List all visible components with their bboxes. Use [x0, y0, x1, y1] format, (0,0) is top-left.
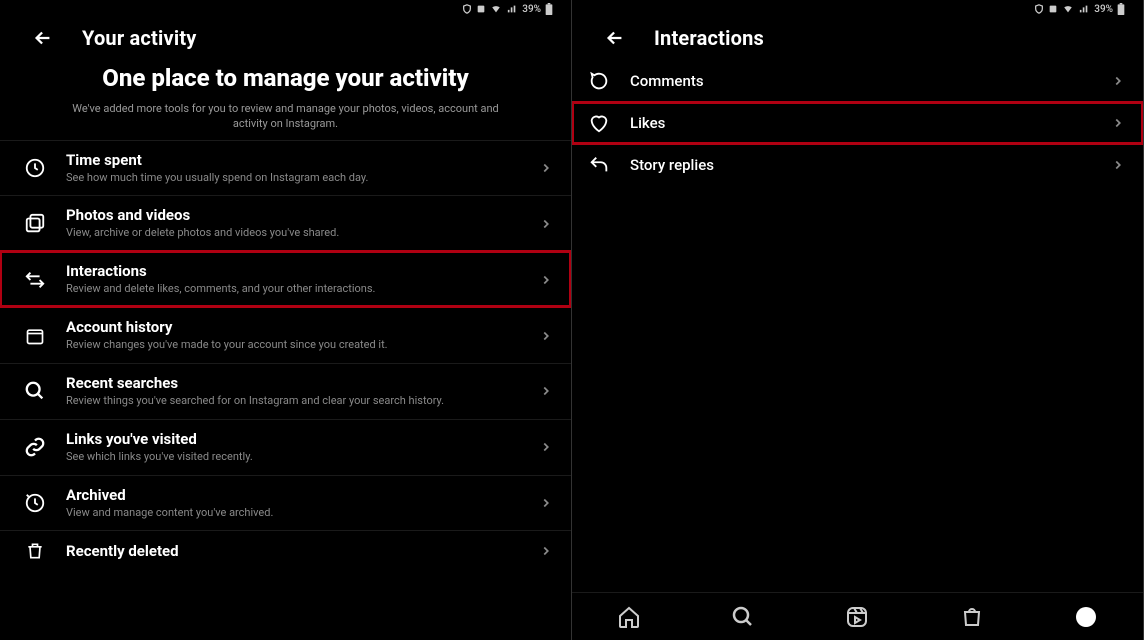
- bottom-nav: [572, 592, 1143, 640]
- status-bar: 39%: [572, 0, 1143, 18]
- battery-percent: 39%: [522, 4, 541, 15]
- clock-icon: [22, 157, 48, 179]
- app-bar: Your activity: [0, 18, 571, 60]
- hero-title: One place to manage your activity: [28, 64, 543, 93]
- chevron-right-icon: [539, 440, 553, 454]
- row-title: Time spent: [66, 151, 521, 169]
- chevron-right-icon: [539, 384, 553, 398]
- chevron-right-icon: [539, 217, 553, 231]
- row-story-replies[interactable]: Story replies: [572, 144, 1143, 186]
- row-title: Likes: [630, 114, 1093, 132]
- wifi-icon: [490, 4, 502, 14]
- search-icon: [22, 380, 48, 402]
- row-subtitle: Review changes you've made to your accou…: [66, 338, 521, 353]
- page-title: Your activity: [82, 26, 197, 50]
- row-subtitle: Review and delete likes, comments, and y…: [66, 282, 521, 297]
- row-subtitle: Review things you've searched for on Ins…: [66, 394, 521, 409]
- trash-icon: [22, 541, 48, 561]
- nfc-icon: [476, 4, 486, 14]
- nav-reels[interactable]: [845, 605, 869, 629]
- hero-subtitle: We've added more tools for you to review…: [28, 101, 543, 132]
- chevron-right-icon: [539, 273, 553, 287]
- battery-icon: [545, 3, 553, 15]
- interactions-icon: [22, 269, 48, 291]
- chevron-right-icon: [539, 544, 553, 558]
- row-title: Photos and videos: [66, 206, 521, 224]
- signal-icon: [506, 4, 518, 14]
- shield-icon: [1034, 4, 1044, 14]
- page-title: Interactions: [654, 26, 764, 50]
- interactions-list: Comments Likes Story replies: [572, 60, 1143, 592]
- chevron-right-icon: [1111, 116, 1125, 130]
- battery-icon: [1117, 3, 1125, 15]
- chevron-right-icon: [539, 329, 553, 343]
- chevron-right-icon: [539, 496, 553, 510]
- chevron-right-icon: [1111, 74, 1125, 88]
- nav-shop[interactable]: [960, 605, 984, 629]
- row-subtitle: See how much time you usually spend on I…: [66, 171, 521, 186]
- back-button[interactable]: [604, 27, 626, 49]
- hero: One place to manage your activity We've …: [0, 60, 571, 140]
- archive-icon: [22, 492, 48, 514]
- row-subtitle: See which links you've visited recently.: [66, 450, 521, 465]
- activity-list: Time spent See how much time you usually…: [0, 140, 571, 640]
- row-subtitle: View, archive or delete photos and video…: [66, 226, 521, 241]
- heart-icon: [586, 112, 612, 134]
- link-icon: [22, 436, 48, 458]
- row-title: Interactions: [66, 262, 521, 280]
- row-title: Links you've visited: [66, 430, 521, 448]
- row-title: Comments: [630, 72, 1093, 90]
- reply-icon: [586, 154, 612, 176]
- row-links-visited[interactable]: Links you've visited See which links you…: [0, 419, 571, 475]
- row-title: Recently deleted: [66, 542, 521, 560]
- media-icon: [22, 213, 48, 235]
- shield-icon: [462, 4, 472, 14]
- row-account-history[interactable]: Account history Review changes you've ma…: [0, 307, 571, 363]
- row-recently-deleted[interactable]: Recently deleted: [0, 530, 571, 571]
- wifi-icon: [1062, 4, 1074, 14]
- row-title: Account history: [66, 318, 521, 336]
- row-photos-videos[interactable]: Photos and videos View, archive or delet…: [0, 195, 571, 251]
- chevron-right-icon: [1111, 158, 1125, 172]
- app-bar: Interactions: [572, 18, 1143, 60]
- nfc-icon: [1048, 4, 1058, 14]
- row-recent-searches[interactable]: Recent searches Review things you've sea…: [0, 363, 571, 419]
- comment-icon: [586, 70, 612, 92]
- row-likes[interactable]: Likes: [572, 102, 1143, 144]
- row-title: Story replies: [630, 156, 1093, 174]
- row-interactions[interactable]: Interactions Review and delete likes, co…: [0, 251, 571, 307]
- back-button[interactable]: [32, 27, 54, 49]
- chevron-right-icon: [539, 161, 553, 175]
- row-time-spent[interactable]: Time spent See how much time you usually…: [0, 140, 571, 196]
- phone-your-activity: 39% Your activity One place to manage yo…: [0, 0, 572, 640]
- nav-search[interactable]: [731, 605, 755, 629]
- row-title: Recent searches: [66, 374, 521, 392]
- nav-profile[interactable]: [1074, 605, 1098, 629]
- row-subtitle: View and manage content you've archived.: [66, 506, 521, 521]
- battery-percent: 39%: [1094, 4, 1113, 15]
- row-title: Archived: [66, 486, 521, 504]
- phone-interactions: 39% Interactions Comments Likes Story: [572, 0, 1144, 640]
- row-comments[interactable]: Comments: [572, 60, 1143, 102]
- row-archived[interactable]: Archived View and manage content you've …: [0, 475, 571, 531]
- calendar-icon: [22, 326, 48, 346]
- status-bar: 39%: [0, 0, 571, 18]
- signal-icon: [1078, 4, 1090, 14]
- nav-home[interactable]: [617, 605, 641, 629]
